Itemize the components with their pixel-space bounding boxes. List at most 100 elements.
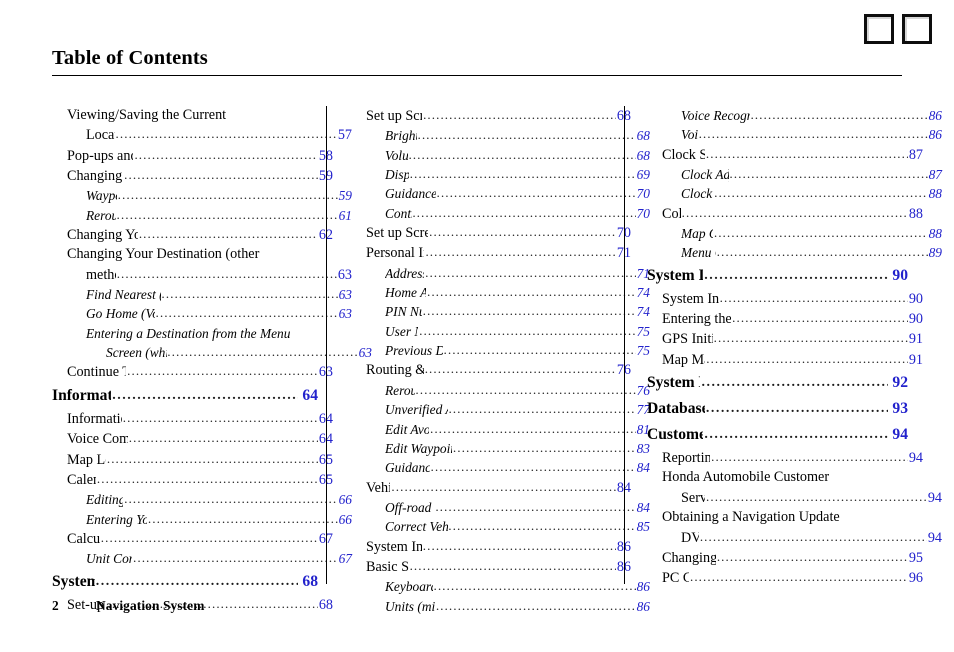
dot-leader: ........................................… xyxy=(430,420,635,436)
tab-marker-2[interactable] xyxy=(902,14,932,44)
toc-entry[interactable]: System Set-up...........................… xyxy=(52,569,318,595)
toc-entry[interactable]: Routing & Guidance......................… xyxy=(351,360,631,380)
toc-entry[interactable]: Menu Color..............................… xyxy=(647,243,942,262)
toc-entry[interactable]: Map Color...............................… xyxy=(647,224,942,243)
toc-entry[interactable]: Voice Command Help......................… xyxy=(52,429,333,449)
toc-entry[interactable]: methods)................................… xyxy=(52,265,352,285)
toc-entry-label: Unit Conversion xyxy=(86,551,132,567)
toc-entry-label: Basic Settings xyxy=(366,558,409,575)
toc-entry[interactable]: Units (mile or km)......................… xyxy=(351,597,650,616)
toc-entry[interactable]: Keyboard Layout.........................… xyxy=(351,577,650,596)
toc-entry[interactable]: Volume..................................… xyxy=(351,146,650,165)
dot-leader: ........................................… xyxy=(713,330,908,346)
toc-entry[interactable]: Set up Screen (first)...................… xyxy=(351,106,631,126)
toc-entry-label: Color xyxy=(662,205,681,222)
toc-entry[interactable]: DVD.....................................… xyxy=(647,528,942,548)
toc-entry[interactable]: Voice...................................… xyxy=(647,125,942,144)
toc-entry[interactable]: Guidance Prompts........................… xyxy=(351,184,650,203)
toc-entry[interactable]: PIN Number..............................… xyxy=(351,302,650,321)
toc-entry[interactable]: Waypoints...............................… xyxy=(52,186,352,205)
toc-entry[interactable]: Changing the DVD........................… xyxy=(647,548,923,568)
dot-leader: ........................................… xyxy=(729,166,928,182)
toc-entry[interactable]: System Information......................… xyxy=(351,537,631,557)
dot-leader: ........................................… xyxy=(714,185,928,201)
toc-entry[interactable]: Rerouting...............................… xyxy=(351,381,650,400)
toc-entry[interactable]: Personal Information....................… xyxy=(351,243,631,263)
toc-entry-label: methods) xyxy=(86,266,116,283)
dot-leader: ........................................… xyxy=(161,286,338,302)
toc-entry[interactable]: Home Address............................… xyxy=(351,283,650,302)
toc-entry[interactable]: Clock Adjustment........................… xyxy=(647,165,942,184)
toc-entry[interactable]: Calendar................................… xyxy=(52,470,333,490)
toc-entry[interactable]: Screen (while on route).................… xyxy=(52,343,372,362)
toc-entry[interactable]: User Name...............................… xyxy=(351,322,650,341)
toc-entry[interactable]: Clock Settings..........................… xyxy=(647,145,923,165)
toc-entry[interactable]: Reporting Errors........................… xyxy=(647,448,923,468)
toc-entry[interactable]: Service.................................… xyxy=(647,488,942,508)
toc-entry[interactable]: Off-road Tracking.......................… xyxy=(351,498,650,517)
toc-entry[interactable]: Entering the Security Code..............… xyxy=(647,309,923,329)
dot-leader: ........................................… xyxy=(699,528,927,544)
toc-entry[interactable]: Rerouting...............................… xyxy=(52,206,352,225)
dot-leader: ........................................… xyxy=(429,224,616,240)
toc-entry[interactable]: Find Nearest (Voice command)............… xyxy=(52,285,352,304)
toc-entry[interactable]: Go Home (Voice command).................… xyxy=(52,304,352,323)
page-footer: 2 Navigation System xyxy=(52,598,204,614)
toc-entry[interactable]: Vehicle.................................… xyxy=(351,478,631,498)
toc-entry[interactable]: Edit Avoid Area.........................… xyxy=(351,420,650,439)
toc-entry[interactable]: Pop-ups and Disclaimers.................… xyxy=(52,146,333,166)
toc-entry[interactable]: Color...................................… xyxy=(647,204,923,224)
toc-entry[interactable]: Contrast................................… xyxy=(351,204,650,223)
toc-entry[interactable]: Brightness..............................… xyxy=(351,126,650,145)
toc-entry[interactable]: GPS Initialization......................… xyxy=(647,329,923,349)
toc-entry[interactable]: System Initialization...................… xyxy=(647,263,908,289)
toc-entry-label: Viewing/Saving the Current xyxy=(67,107,227,123)
toc-entry[interactable]: Database Limitations....................… xyxy=(647,396,908,422)
toc-entry[interactable]: System Limitations......................… xyxy=(647,370,908,396)
toc-entry-label: Keyboard Layout xyxy=(385,579,433,595)
toc-entry[interactable]: Address Book............................… xyxy=(351,264,650,283)
toc-entry[interactable]: Unit Conversion.........................… xyxy=(52,549,352,568)
toc-entry[interactable]: Basic Settings..........................… xyxy=(351,557,631,577)
dot-leader: ........................................… xyxy=(419,322,636,338)
toc-entry[interactable]: Information Features....................… xyxy=(52,383,318,409)
toc-entry[interactable]: Continue Trip Screen....................… xyxy=(52,362,333,382)
toc-entry[interactable]: Edit Waypoint Search Area...............… xyxy=(351,439,650,458)
toc-entry[interactable]: Map Legend..............................… xyxy=(52,450,333,470)
toc-entry-label: Continue Trip Screen xyxy=(67,364,126,381)
dot-leader: ........................................… xyxy=(750,107,928,122)
toc-entry[interactable]: Map Matching............................… xyxy=(647,350,923,370)
toc-entry[interactable]: PC Card.................................… xyxy=(647,568,923,588)
toc-entry[interactable]: Set up Screen (second)..................… xyxy=(351,223,631,243)
toc-entry[interactable]: Changing Your Destination...............… xyxy=(52,225,333,245)
dot-leader: ........................................… xyxy=(689,569,908,585)
dot-leader: ........................................… xyxy=(422,303,636,319)
dot-leader: ........................................… xyxy=(711,449,908,465)
tab-marker-1[interactable] xyxy=(864,14,894,44)
dot-leader: ........................................… xyxy=(717,244,928,260)
toc-entry[interactable]: Unverified Area Routing.................… xyxy=(351,400,650,419)
toc-entry-label: Changing Your Destination (other xyxy=(67,246,260,263)
dot-leader: ........................................… xyxy=(719,289,908,305)
toc-entry[interactable]: Entering Your Schedule..................… xyxy=(52,510,352,529)
toc-entry[interactable]: Display.................................… xyxy=(351,165,650,184)
toc-entry[interactable]: Customer Assistance.....................… xyxy=(647,422,908,448)
toc-entry[interactable]: Guidance Mode...........................… xyxy=(351,458,650,477)
toc-entry-label: Guidance Mode xyxy=(385,460,430,476)
toc-entry[interactable]: Editing Date............................… xyxy=(52,490,352,509)
toc-entry[interactable]: Location................................… xyxy=(52,125,352,145)
toc-entry[interactable]: Clock Type..............................… xyxy=(647,184,942,203)
dot-leader: ........................................… xyxy=(410,166,636,182)
toc-entry[interactable]: Previous Destinations...................… xyxy=(351,341,650,360)
toc-entry[interactable]: Changing the Route......................… xyxy=(52,166,333,186)
toc-entry[interactable]: Calculator..............................… xyxy=(52,529,333,549)
toc-entry-label: Service xyxy=(681,489,705,506)
toc-entry-label: Correct Vehicle Position xyxy=(385,519,448,535)
toc-entry-label: Map Color xyxy=(681,226,713,242)
toc-entry[interactable]: System Initialization...................… xyxy=(647,289,923,309)
toc-entry-wrap-line: Viewing/Saving the Current xyxy=(52,106,333,125)
toc-entry[interactable]: Correct Vehicle Position................… xyxy=(351,517,650,536)
toc-entry-label: Location xyxy=(86,127,115,144)
toc-entry[interactable]: Information Screen......................… xyxy=(52,409,333,429)
toc-entry[interactable]: Voice Recognition Feedback..............… xyxy=(647,106,942,125)
